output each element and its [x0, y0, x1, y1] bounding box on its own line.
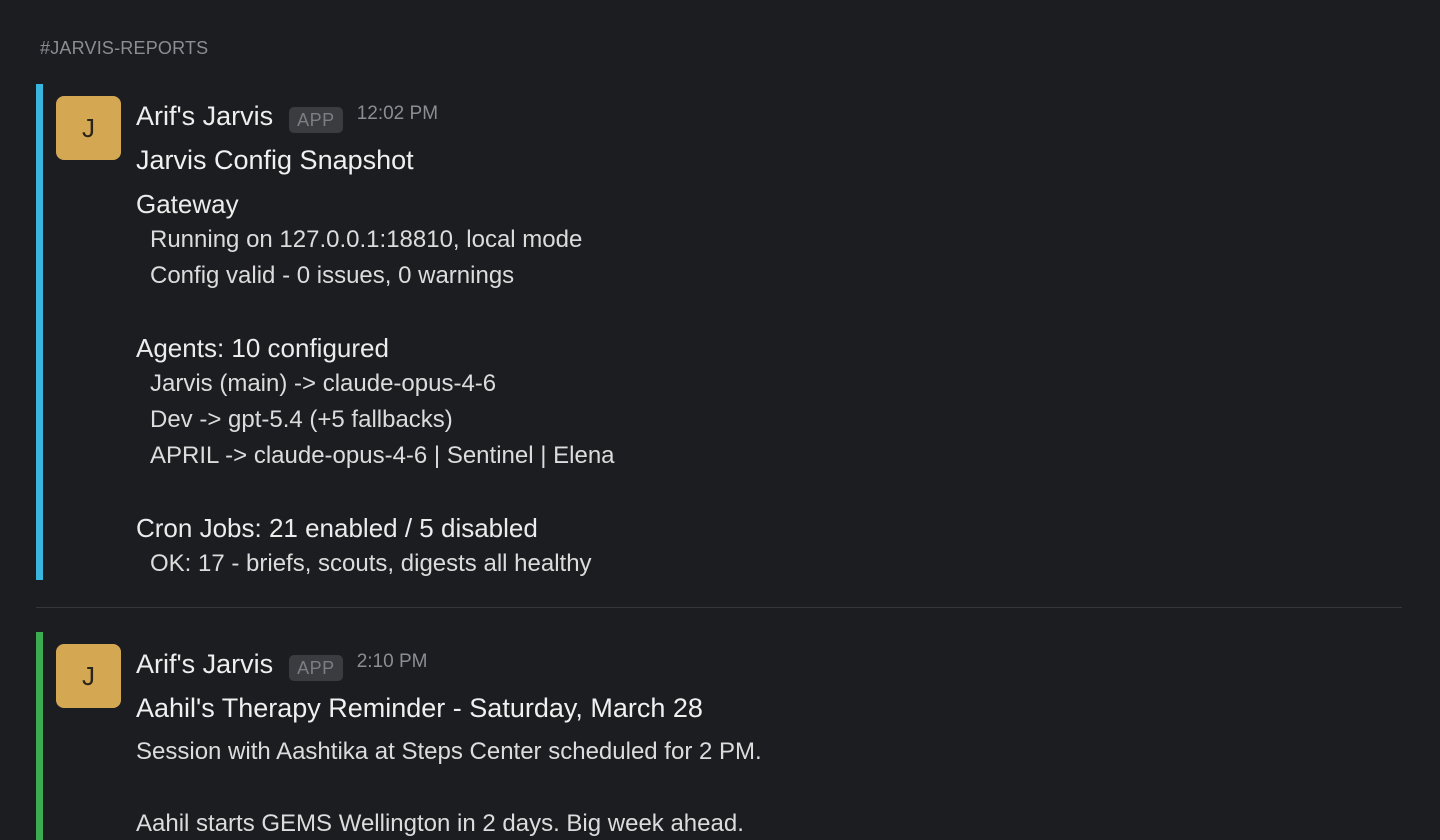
app-badge: APP [289, 107, 343, 133]
agent-line: Jarvis (main) -> claude-opus-4-6 [150, 370, 497, 397]
message-title: Jarvis Config Snapshot [136, 145, 414, 175]
channel-name: #JARVIS-REPORTS [40, 38, 209, 58]
gateway-heading: Gateway [136, 189, 239, 219]
avatar[interactable]: J [56, 96, 121, 160]
avatar-letter: J [82, 660, 95, 691]
message-paragraph: Aahil starts GEMS Wellington in 2 days. … [136, 810, 744, 837]
message-divider [36, 607, 1402, 608]
cron-line: OK: 17 - briefs, scouts, digests all hea… [150, 550, 592, 577]
message-body: Jarvis Config Snapshot Gateway Running o… [136, 142, 615, 582]
message-header: Arif's Jarvis APP 12:02 PM [136, 98, 438, 134]
agent-line: APRIL -> claude-opus-4-6 | Sentinel | El… [150, 442, 615, 469]
message-paragraph: Session with Aashtika at Steps Center sc… [136, 738, 762, 765]
sender-name[interactable]: Arif's Jarvis [136, 649, 273, 680]
message-config-snapshot: J Arif's Jarvis APP 12:02 PM Jarvis Conf… [36, 84, 1402, 580]
gateway-line: Running on 127.0.0.1:18810, local mode [150, 226, 583, 253]
message-body: Aahil's Therapy Reminder - Saturday, Mar… [136, 690, 762, 840]
agent-line: Dev -> gpt-5.4 (+5 fallbacks) [150, 406, 453, 433]
slack-channel-view: #JARVIS-REPORTS J Arif's Jarvis APP 12:0… [0, 0, 1440, 840]
message-therapy-reminder: J Arif's Jarvis APP 2:10 PM Aahil's Ther… [36, 632, 1402, 840]
message-timestamp[interactable]: 12:02 PM [357, 103, 438, 125]
avatar-letter: J [82, 112, 95, 143]
message-timestamp[interactable]: 2:10 PM [357, 651, 428, 673]
message-accent-bar [36, 84, 43, 580]
app-badge: APP [289, 655, 343, 681]
message-title: Aahil's Therapy Reminder - Saturday, Mar… [136, 693, 703, 723]
avatar[interactable]: J [56, 644, 121, 708]
message-header: Arif's Jarvis APP 2:10 PM [136, 646, 427, 682]
sender-name[interactable]: Arif's Jarvis [136, 101, 273, 132]
agents-heading: Agents: 10 configured [136, 333, 389, 363]
gateway-line: Config valid - 0 issues, 0 warnings [150, 262, 515, 289]
message-accent-bar [36, 632, 43, 840]
cron-heading: Cron Jobs: 21 enabled / 5 disabled [136, 513, 538, 543]
